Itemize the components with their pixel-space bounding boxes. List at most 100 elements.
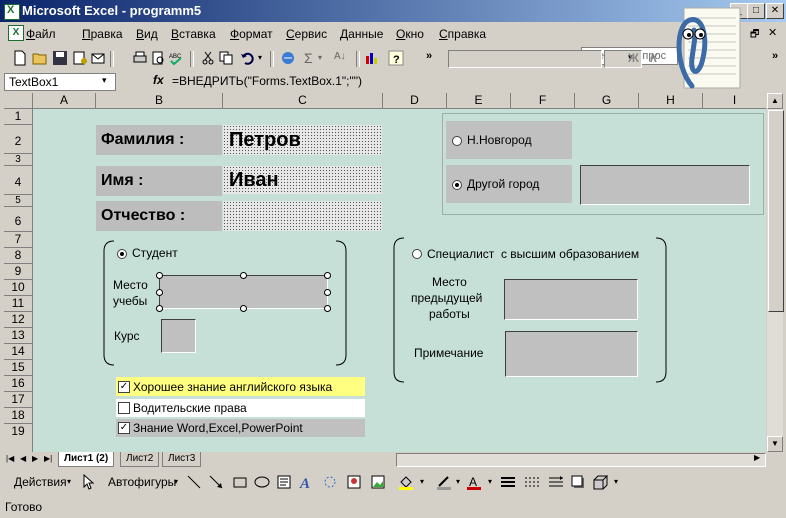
diagram-icon[interactable]	[322, 474, 338, 490]
row-header[interactable]: 14	[4, 344, 33, 360]
city-option-other[interactable]: Другой город	[446, 165, 572, 203]
bold-icon[interactable]: Ж	[628, 51, 639, 65]
resize-handle[interactable]	[156, 305, 163, 312]
formula-text[interactable]: =ВНЕДРИТЬ("Forms.TextBox.1";"")	[172, 72, 362, 90]
column-header[interactable]: G	[575, 93, 639, 109]
menu-tools[interactable]: Сервис	[286, 27, 327, 41]
resize-handle[interactable]	[324, 289, 331, 296]
autoshapes-dropdown-icon[interactable]: ▾	[174, 477, 178, 486]
3d-style-icon[interactable]	[592, 474, 608, 490]
shadow-style-icon[interactable]	[570, 474, 586, 490]
course-textbox[interactable]	[161, 319, 196, 353]
line-color-icon[interactable]	[436, 474, 452, 490]
prev-work-textbox[interactable]	[504, 279, 638, 320]
menu-data[interactable]: Данные	[340, 27, 383, 41]
row-header[interactable]: 7	[4, 232, 33, 248]
check-english-box[interactable]: ✓	[118, 381, 130, 393]
row-header[interactable]: 1	[4, 109, 33, 125]
drawing-toolbar-options-icon[interactable]: ▾	[614, 477, 618, 486]
new-document-icon[interactable]	[12, 50, 28, 66]
column-header[interactable]: B	[96, 93, 223, 109]
sort-ascending-icon[interactable]: A↓	[334, 51, 346, 62]
sheet-tab[interactable]: Лист2	[120, 452, 160, 467]
row-header[interactable]: 11	[4, 296, 33, 312]
undo-icon[interactable]	[240, 50, 256, 66]
resize-handle[interactable]	[324, 305, 331, 312]
picture-icon[interactable]	[370, 474, 386, 490]
prev-sheet-icon[interactable]: ◀	[20, 454, 26, 463]
print-preview-icon[interactable]	[150, 50, 166, 66]
text-box-icon[interactable]	[276, 474, 292, 490]
resize-handle[interactable]	[156, 272, 163, 279]
name-value[interactable]: Иван	[223, 166, 382, 194]
city-radio-1[interactable]	[452, 136, 462, 146]
specialist-radio[interactable]	[412, 249, 422, 259]
cut-icon[interactable]	[200, 50, 216, 66]
menu-edit[interactable]: Правка	[82, 27, 123, 41]
menu-insert[interactable]: Вставка	[171, 27, 216, 41]
vertical-scroll-thumb[interactable]	[768, 110, 784, 312]
menu-window[interactable]: Окно	[396, 27, 424, 41]
fill-color-icon[interactable]	[398, 474, 414, 490]
row-header[interactable]: 6	[4, 207, 33, 232]
excel-app-icon[interactable]	[4, 4, 20, 20]
line-icon[interactable]	[186, 474, 202, 490]
menu-help[interactable]: Справка	[439, 27, 486, 41]
line-color-dropdown-icon[interactable]: ▾	[456, 477, 460, 486]
autosum-dropdown-icon[interactable]: ▾	[318, 53, 322, 62]
column-header[interactable]: H	[639, 93, 703, 109]
note-textbox[interactable]	[505, 331, 638, 377]
row-header[interactable]: 12	[4, 312, 33, 328]
row-header[interactable]: 17	[4, 392, 33, 408]
name-box-dropdown-icon[interactable]: ▾	[102, 75, 107, 86]
column-header[interactable]: A	[33, 93, 96, 109]
restore-workbook-icon[interactable]: 🗗	[750, 27, 759, 44]
font-color-dropdown-icon[interactable]: ▾	[488, 477, 492, 486]
wordart-icon[interactable]: A	[298, 474, 314, 490]
column-header[interactable]: F	[511, 93, 575, 109]
row-header[interactable]: 8	[4, 248, 33, 264]
drawing-actions-menu[interactable]: Действия	[14, 475, 67, 489]
check-english-row[interactable]: ✓ Хорошее знание английского языка	[116, 377, 365, 396]
check-office-box[interactable]: ✓	[118, 422, 130, 434]
scroll-down-icon[interactable]: ▼	[767, 436, 783, 452]
menu-file[interactable]: Файл	[26, 27, 56, 41]
row-header[interactable]: 19	[4, 424, 33, 452]
scroll-right-icon[interactable]: ▶	[754, 453, 760, 462]
line-style-icon[interactable]	[500, 474, 516, 490]
copy-icon[interactable]	[218, 50, 234, 66]
autosum-icon[interactable]: Σ	[304, 50, 313, 66]
insert-function-icon[interactable]: fx	[153, 73, 164, 87]
row-header[interactable]: 18	[4, 408, 33, 424]
save-icon[interactable]	[52, 50, 68, 66]
student-radio[interactable]	[117, 249, 127, 259]
column-header[interactable]: I	[703, 93, 766, 109]
menu-format[interactable]: Формат	[230, 27, 273, 41]
worksheet-grid[interactable]: A B C D E F G H I 1 2 3 4 5 6 7 8 9 10 1…	[4, 93, 766, 452]
surname-value[interactable]: Петров	[223, 125, 382, 155]
close-workbook-icon[interactable]: ✕	[768, 26, 777, 39]
resize-handle[interactable]	[156, 289, 163, 296]
other-city-textbox[interactable]	[580, 165, 750, 205]
row-header[interactable]: 2	[4, 125, 33, 154]
font-name-select[interactable]	[448, 50, 602, 68]
row-header[interactable]: 3	[4, 154, 33, 166]
column-header[interactable]: D	[383, 93, 447, 109]
city-radio-2[interactable]	[452, 180, 462, 190]
toolbar-options-icon[interactable]: »	[426, 50, 432, 62]
resize-handle[interactable]	[240, 305, 247, 312]
column-header[interactable]: E	[447, 93, 511, 109]
next-sheet-icon[interactable]: ▶	[32, 454, 38, 463]
chart-wizard-icon[interactable]	[364, 50, 380, 66]
horizontal-scrollbar[interactable]	[396, 453, 766, 467]
menu-view[interactable]: Вид	[136, 27, 158, 41]
clip-art-icon[interactable]	[346, 474, 362, 490]
font-color-icon[interactable]: A	[466, 474, 482, 490]
study-place-textbox[interactable]	[159, 275, 328, 309]
hyperlink-icon[interactable]	[280, 50, 296, 66]
dash-style-icon[interactable]	[524, 474, 540, 490]
last-sheet-icon[interactable]: ▶|	[44, 454, 52, 463]
city-option-nnovgorod[interactable]: Н.Новгород	[446, 121, 572, 159]
sheet-tab-active[interactable]: Лист1 (2)	[58, 452, 115, 467]
row-header[interactable]: 10	[4, 280, 33, 296]
